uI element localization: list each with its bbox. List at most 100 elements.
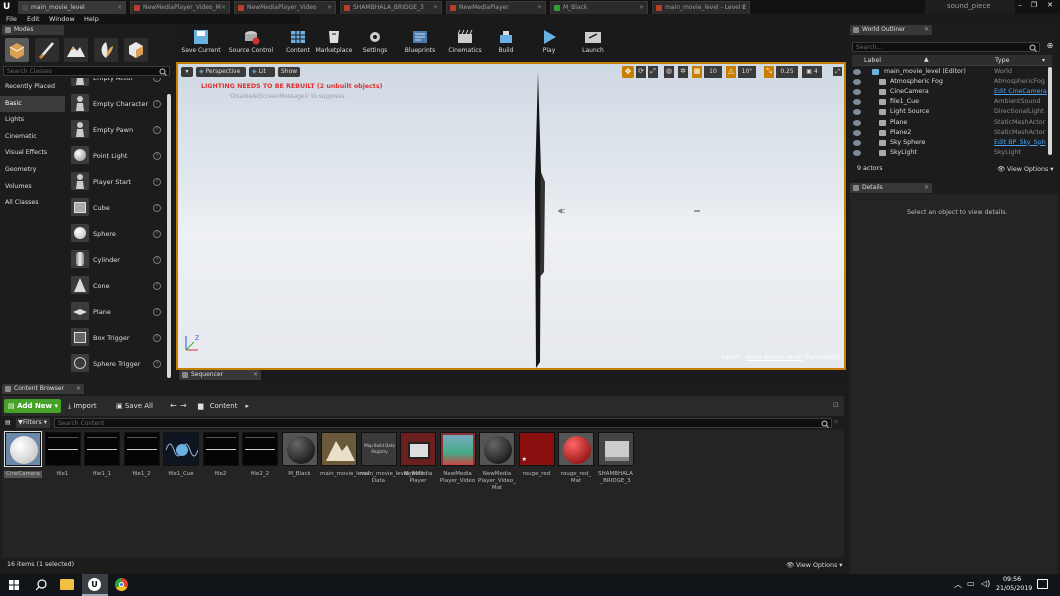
sound-actor-icon[interactable]: [558, 208, 566, 214]
scale-icon[interactable]: ⤢: [648, 66, 658, 78]
geometry-edit-mode-icon[interactable]: [124, 38, 148, 62]
rotation-snap-icon[interactable]: △: [726, 66, 736, 78]
rotate-icon[interactable]: ⟳: [636, 66, 646, 78]
close-tab-icon[interactable]: ✕: [537, 2, 542, 14]
add-new-button[interactable]: ▤ Add New ▾: [4, 399, 61, 413]
grid-size-value[interactable]: 10: [704, 66, 722, 78]
scale-snap-value[interactable]: 0.25: [776, 66, 798, 78]
save-all-button[interactable]: ▣ Save All: [116, 399, 153, 413]
outliner-search-input[interactable]: Search...: [852, 42, 1040, 52]
lock-icon[interactable]: ⊡: [833, 401, 839, 409]
close-tab-icon[interactable]: ✕: [221, 2, 226, 14]
visibility-eye-icon[interactable]: [853, 69, 861, 75]
show-button[interactable]: Show: [278, 67, 300, 77]
actor-type[interactable]: Edit CineCamera: [994, 87, 1047, 97]
cinematics-button[interactable]: Cinematics: [446, 27, 484, 57]
tray-chevron-icon[interactable]: ︿: [954, 579, 962, 590]
menu-help[interactable]: Help: [84, 14, 99, 24]
close-tab-icon[interactable]: ✕: [433, 2, 438, 14]
visibility-eye-icon[interactable]: [853, 89, 861, 96]
class-item-sphere[interactable]: Sphere?: [68, 221, 164, 247]
asset-tile[interactable]: file1: [44, 432, 82, 492]
class-search-input[interactable]: Search Classes: [3, 66, 170, 76]
maximize-viewport-icon[interactable]: ⤢: [833, 67, 842, 76]
asset-tile[interactable]: ★ rouge_red: [518, 432, 556, 492]
visibility-eye-icon[interactable]: [853, 109, 861, 116]
viewport-options-button[interactable]: ▾: [181, 67, 193, 77]
help-icon[interactable]: ?: [153, 178, 161, 186]
sources-toggle-icon[interactable]: ▤: [5, 419, 11, 426]
unreal-editor-taskbar-icon[interactable]: U: [82, 574, 108, 596]
class-item-empty-character[interactable]: Empty Character?: [68, 91, 164, 117]
class-item-sphere-trigger[interactable]: Sphere Trigger?: [68, 351, 164, 377]
build-button[interactable]: Build: [491, 27, 521, 57]
view-mode-button[interactable]: ◈ Lit: [249, 67, 275, 77]
menu-edit[interactable]: Edit: [27, 14, 40, 24]
close-outliner-icon[interactable]: ✕: [924, 25, 929, 35]
menu-window[interactable]: Window: [49, 14, 75, 24]
unreal-logo-icon[interactable]: U: [3, 1, 15, 13]
translate-icon[interactable]: ✥: [622, 66, 634, 78]
maximize-button[interactable]: ❐: [1027, 1, 1041, 11]
close-tab-icon[interactable]: ✕: [327, 2, 332, 14]
asset-tile[interactable]: file1_1: [83, 432, 121, 492]
minimize-button[interactable]: –: [1013, 1, 1027, 11]
help-icon[interactable]: ?: [153, 360, 161, 368]
help-icon[interactable]: ?: [153, 126, 161, 134]
close-tab-icon[interactable]: ✕: [117, 2, 122, 14]
settings-button[interactable]: Settings: [358, 27, 392, 57]
content-path-breadcrumb[interactable]: ▆ Content ▸: [198, 399, 249, 413]
content-view-options[interactable]: 👁 View Options ▾: [786, 561, 842, 569]
asset-tile[interactable]: file1_Cue: [162, 432, 200, 492]
visibility-eye-icon[interactable]: [853, 119, 861, 126]
outliner-view-options[interactable]: 👁 View Options ▾: [997, 165, 1053, 173]
help-icon[interactable]: ?: [153, 334, 161, 342]
tab-modes[interactable]: Modes: [2, 25, 64, 35]
class-item-box-trigger[interactable]: Box Trigger?: [68, 325, 164, 351]
camera-speed-button[interactable]: ▣ 4: [802, 66, 822, 78]
visibility-eye-icon[interactable]: [853, 79, 861, 86]
scale-snap-icon[interactable]: ⤡: [764, 66, 774, 78]
outliner-row[interactable]: CineCamera Edit CineCamera: [850, 87, 1054, 97]
filters-button[interactable]: ▼Filters ▾: [16, 418, 50, 428]
level-name-link[interactable]: main_movie_level: [746, 354, 802, 361]
asset-tile[interactable]: file2: [202, 432, 240, 492]
outliner-row[interactable]: SkyLight SkyLight: [850, 148, 1054, 158]
class-item-point-light[interactable]: Point Light?: [68, 143, 164, 169]
help-icon[interactable]: ?: [153, 152, 161, 160]
class-list-scrollbar[interactable]: [167, 94, 171, 378]
windows-start-icon[interactable]: [9, 580, 19, 590]
asset-tile[interactable]: file1_2: [123, 432, 161, 492]
taskbar-date[interactable]: 21/05/2019: [996, 585, 1032, 592]
col-type-header[interactable]: Type: [995, 55, 1009, 66]
tab-sequencer[interactable]: Sequencer ✕: [179, 370, 261, 380]
outliner-row[interactable]: Plane2 StaticMeshActor: [850, 128, 1054, 138]
network-icon[interactable]: ▭: [967, 579, 975, 588]
help-icon[interactable]: ?: [153, 282, 161, 290]
back-arrow-icon[interactable]: ←: [170, 399, 177, 413]
class-item-empty-actor[interactable]: Empty Actor?: [68, 78, 164, 91]
asset-tile[interactable]: main_movie_level: [320, 432, 369, 492]
rotation-snap-value[interactable]: 10°: [738, 66, 756, 78]
chrome-icon[interactable]: [115, 578, 128, 591]
asset-tile[interactable]: file2_2: [241, 432, 279, 492]
outliner-row[interactable]: main_movie_level (Editor) World: [850, 67, 1054, 77]
help-icon[interactable]: ?: [153, 230, 161, 238]
close-content-browser-icon[interactable]: ✕: [76, 384, 81, 394]
content-search-input[interactable]: Search Content: [54, 418, 832, 428]
forward-arrow-icon[interactable]: →: [180, 399, 187, 413]
window-tab-6[interactable]: main_movie_level - Level E ✕: [652, 1, 750, 14]
asset-tile[interactable]: M_Black: [281, 432, 319, 492]
col-label-header[interactable]: Label: [864, 55, 881, 66]
class-item-plane[interactable]: Plane?: [68, 299, 164, 325]
window-tab-1[interactable]: NewMediaPlayer_Video_M ✕: [130, 1, 230, 14]
window-tab-0[interactable]: main_movie_level ✕: [18, 1, 126, 14]
taskbar-time[interactable]: 09:56: [1003, 576, 1021, 583]
outliner-scrollbar[interactable]: [1048, 67, 1052, 155]
asset-tile[interactable]: NewMedia Player_Video: [439, 432, 477, 492]
menu-file[interactable]: File: [6, 14, 17, 24]
tab-content-browser[interactable]: Content Browser ✕: [2, 384, 84, 394]
play-button[interactable]: Play: [532, 27, 566, 57]
outliner-row[interactable]: file1_Cue AmbientSound: [850, 97, 1054, 107]
window-tab-3[interactable]: SHAMBHALA_BRIDGE_3 ✕: [340, 1, 442, 14]
